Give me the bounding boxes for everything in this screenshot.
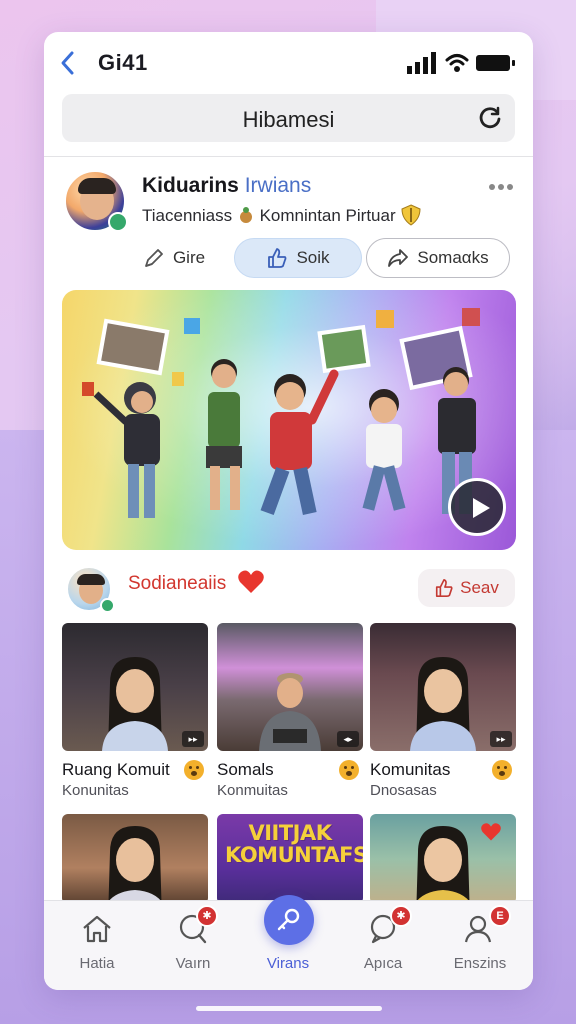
edit-button-label: Gire (172, 248, 206, 267)
avatar-hair (78, 178, 116, 194)
person-image (106, 826, 164, 904)
profile-first-name: Kiduarins (142, 174, 239, 197)
search-bar[interactable]: Hibamesi (62, 94, 515, 142)
tab-home[interactable]: Hatia (48, 901, 146, 990)
back-arrow-icon[interactable] (58, 50, 78, 76)
refresh-icon[interactable] (477, 105, 503, 131)
like-button-label: Soik (296, 248, 330, 267)
card-subtitle: Dnosasas (370, 782, 437, 799)
community-card[interactable]: ▸▸ Komunitas Dnosasas (370, 623, 516, 799)
share-button[interactable]: Somaαks (366, 238, 510, 278)
app-window: Gi41 Hibamesi Kiduarins Irwians Tiacenni… (44, 32, 533, 990)
section-title: Sodianeaiis (128, 573, 227, 594)
notification-badge: ✱ (390, 905, 412, 927)
card-title-text: Komunitas (370, 760, 451, 779)
tab-label: Hatia (79, 955, 115, 972)
home-icon (83, 915, 111, 943)
bag-icon (239, 207, 252, 223)
community-card[interactable] (62, 814, 208, 904)
person-image (410, 657, 476, 751)
divider (44, 156, 533, 157)
key-icon (277, 908, 300, 931)
card-badge: ◂▸ (337, 731, 359, 747)
like-button[interactable]: Soik (234, 238, 362, 278)
active-tab-indicator (264, 895, 314, 945)
status-bar: Gi41 (44, 32, 533, 94)
share-button-label: Somaαks (417, 248, 489, 267)
card-badge: ▸▸ (182, 731, 204, 747)
home-indicator[interactable] (196, 1006, 382, 1011)
card-title: Komunitas (370, 760, 516, 780)
play-icon (473, 498, 490, 518)
tab-label: Virans (266, 955, 310, 972)
tab-active[interactable]: Virans (239, 895, 337, 990)
card-thumbnail: ◂▸ (217, 623, 363, 751)
promo-line-2: KOMUNTAFS (225, 843, 363, 867)
community-card[interactable]: ◂▸ Somals Konmuitas (217, 623, 363, 799)
tab-messages[interactable]: ✱ Apıca (334, 901, 432, 990)
tab-profile[interactable]: E Enszins (431, 901, 529, 990)
tab-label: Vaırn (175, 955, 211, 972)
shield-icon (401, 204, 421, 226)
wifi-icon (445, 54, 469, 72)
card-title-text: Somals (217, 760, 274, 779)
battery-icon (476, 55, 515, 71)
notification-badge: E (489, 905, 511, 927)
card-thumbnail: ▸▸ (62, 623, 208, 751)
promo-thumbnail: VIITJAK KOMUNTAFS (217, 814, 363, 904)
profile-subtitle-community: Komnintan Pirtuar (259, 206, 396, 225)
emoji-icon (184, 760, 204, 780)
card-subtitle: Konunitas (62, 782, 129, 799)
profile-subtitle: Tiacenniass Komnintan Pirtuar (142, 204, 422, 226)
community-card[interactable]: ▸▸ Ruang Komuit Konunitas (62, 623, 208, 799)
search-text: Hibamesi (242, 107, 335, 132)
card-thumbnail (370, 814, 516, 904)
emoji-icon (492, 760, 512, 780)
card-thumbnail (62, 814, 208, 904)
status-title: Gi41 (98, 50, 148, 75)
profile-name[interactable]: Kiduarins Irwians (142, 174, 311, 198)
card-title-text: Ruang Komuit (62, 760, 170, 779)
heart-icon (481, 823, 501, 841)
tab-label: Enszins (453, 955, 507, 972)
emoji-icon (339, 760, 359, 780)
bottom-tab-bar: Hatia ✱ Vaırn Virans ✱ Apıca E Enszins (44, 895, 533, 990)
edit-button[interactable]: Gire (124, 238, 224, 278)
hero-video[interactable] (62, 290, 516, 550)
person-image (102, 657, 168, 751)
person-image (414, 826, 472, 904)
card-title: Somals (217, 760, 363, 780)
promo-card[interactable]: VIITJAK KOMUNTAFS (217, 814, 363, 904)
save-button-label: Seav (460, 578, 499, 597)
verified-badge-icon (108, 212, 128, 232)
thumbs-up-icon (268, 248, 287, 268)
save-button[interactable]: Seav (418, 569, 515, 607)
heart-icon[interactable] (237, 569, 265, 595)
play-button[interactable] (448, 478, 506, 536)
verified-badge-icon (100, 598, 115, 613)
person-image (259, 673, 321, 751)
card-thumbnail: ▸▸ (370, 623, 516, 751)
pencil-icon (145, 249, 163, 267)
profile-subtitle-text: Tiacenniass (142, 206, 233, 225)
share-arrow-icon (388, 249, 409, 267)
tab-label: Apıca (363, 955, 403, 972)
thumbs-up-icon (436, 579, 453, 597)
promo-text: VIITJAK KOMUNTAFS (225, 821, 363, 867)
notification-badge: ✱ (196, 905, 218, 927)
promo-line-1: VIITJAK (248, 821, 332, 845)
signal-icon (407, 52, 436, 74)
more-options-icon[interactable] (488, 182, 514, 192)
card-badge: ▸▸ (490, 731, 512, 747)
avatar-hair (77, 574, 105, 585)
community-card[interactable] (370, 814, 516, 904)
tab-chat[interactable]: ✱ Vaırn (144, 901, 242, 990)
profile-accent-name: Irwians (244, 174, 312, 197)
card-title: Ruang Komuit (62, 760, 208, 780)
card-subtitle: Konmuitas (217, 782, 288, 799)
